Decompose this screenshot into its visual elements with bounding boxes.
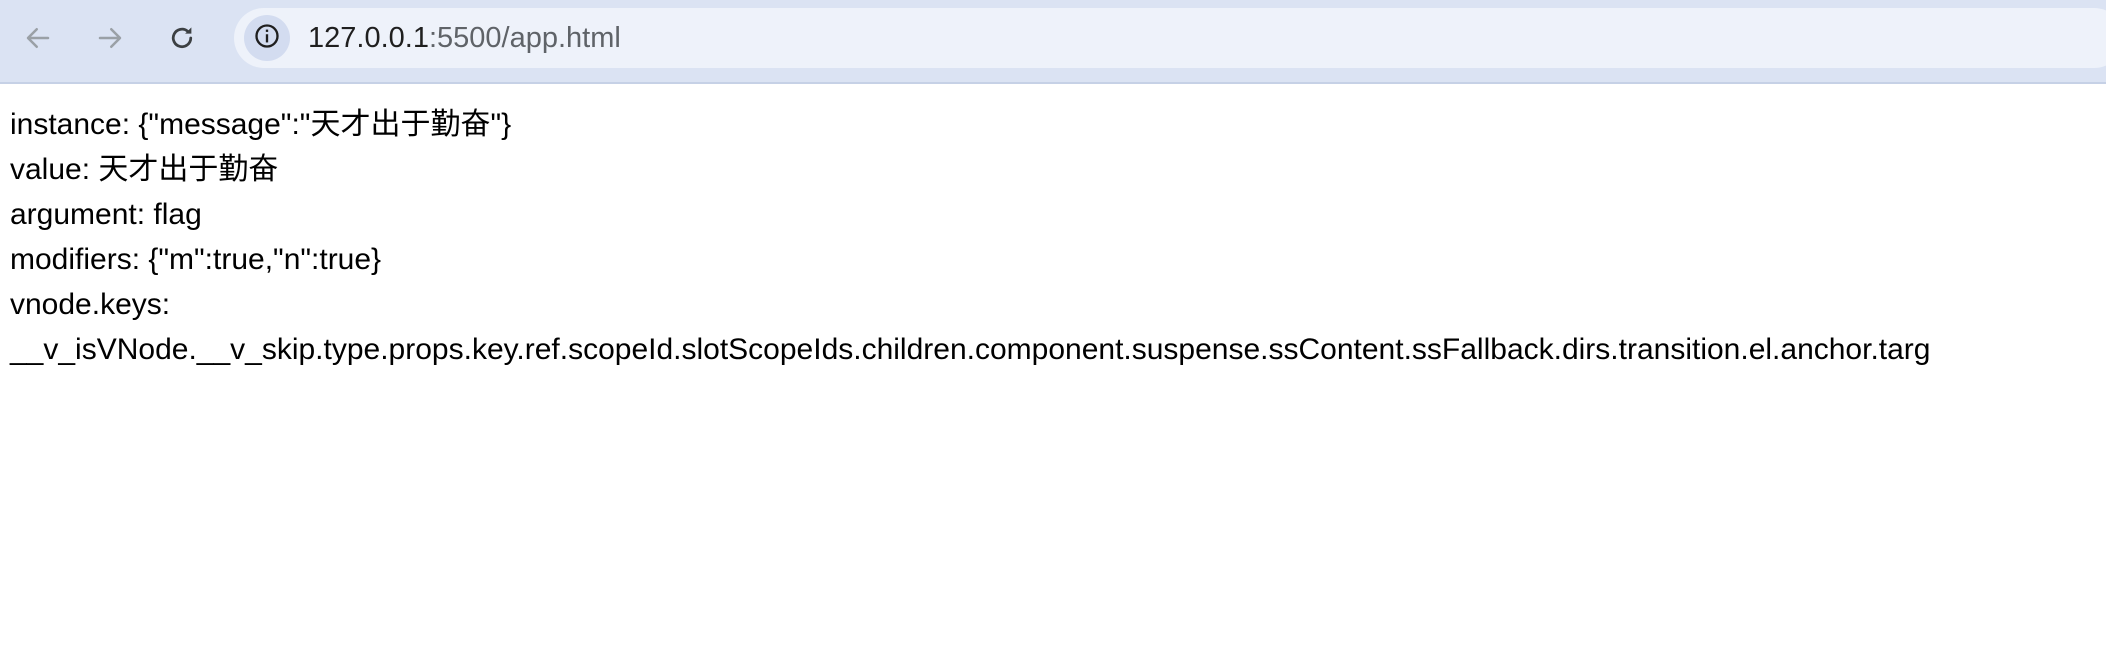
vnode-keys-value: __v_isVNode.__v_skip.type.props.key.ref.… [10,333,1931,366]
arrow-left-icon [23,23,53,53]
page-content: instance: {"message":"天才出于勤奋"} value: 天才… [10,102,2106,372]
browser-toolbar: 127.0.0.1:5500/app.html [0,0,2106,84]
info-icon [253,22,281,55]
url-path: :5500/app.html [428,22,621,54]
value-line: value: 天才出于勤奋 [10,153,279,186]
site-info-button[interactable] [244,15,290,61]
arrow-right-icon [95,23,125,53]
url-host: 127.0.0.1 [308,22,429,54]
modifiers-line: modifiers: {"m":true,"n":true} [10,243,382,276]
forward-button[interactable] [86,14,134,62]
reload-icon [167,23,197,53]
back-button[interactable] [14,14,62,62]
address-bar[interactable]: 127.0.0.1:5500/app.html [234,8,2106,68]
argument-line: argument: flag [10,198,202,231]
vnode-keys-label: vnode.keys: [10,288,171,321]
reload-button[interactable] [158,14,206,62]
instance-line: instance: {"message":"天才出于勤奋"} [10,108,512,141]
url-text[interactable]: 127.0.0.1:5500/app.html [308,8,621,68]
